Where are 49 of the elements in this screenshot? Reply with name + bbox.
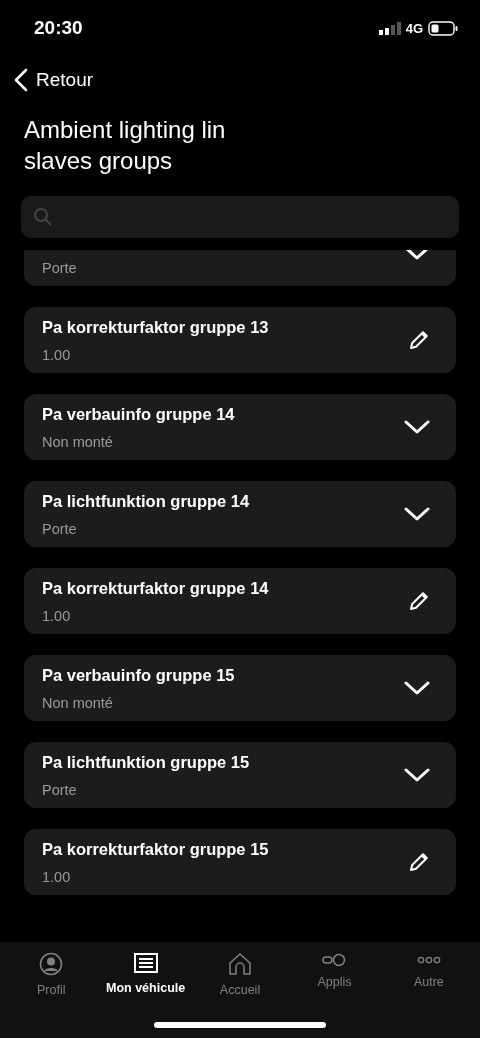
setting-name: Pa verbauinfo gruppe 15 [42,665,236,685]
home-icon [228,952,252,976]
nav-tab[interactable]: Profil [4,942,99,1038]
setting-card[interactable]: Pa verbauinfo gruppe 14 Non monté [24,394,456,460]
page-title: Ambient lighting lin slaves groups [24,115,227,176]
setting-value: Non monté [42,433,114,450]
setting-card[interactable]: Pa korrekturfaktor gruppe 14 1.00 [24,568,456,634]
setting-value: Non monté [42,694,114,711]
setting-name: Pa korrekturfaktor gruppe 14 [42,578,270,598]
chevron-down-icon[interactable] [404,250,430,260]
setting-card[interactable]: Pa lichtfunktion gruppe 14 Porte [24,481,456,547]
profile-icon [39,952,64,976]
setting-value: 1.00 [42,346,72,363]
setting-card[interactable]: Pa korrekturfaktor gruppe 13 1.00 [24,307,456,373]
network-label: 4G [405,20,423,36]
signal-icon [378,21,401,35]
setting-card[interactable]: Pa verbauinfo gruppe 15 Non monté [24,655,456,721]
setting-card[interactable]: Porte [24,250,456,286]
status-time: 20:30 [34,17,83,39]
toggle-icon [322,952,347,968]
nav-tab[interactable]: Mon véhicule [98,942,193,1038]
pencil-icon[interactable] [408,590,430,612]
setting-value: Porte [42,260,78,276]
setting-value: Porte [42,781,78,798]
setting-name: Pa verbauinfo gruppe 14 [42,404,236,424]
search-field[interactable] [21,196,459,238]
list-icon [133,952,158,974]
back-button[interactable]: Retour [14,68,94,92]
pencil-icon[interactable] [408,851,430,873]
chevron-down-icon[interactable] [404,506,430,522]
setting-name: Pa korrekturfaktor gruppe 13 [42,317,270,337]
setting-name: Pa korrekturfaktor gruppe 15 [42,839,270,859]
setting-name: Pa lichtfunktion gruppe 14 [42,491,251,511]
pencil-icon[interactable] [408,329,430,351]
nav-tab[interactable]: Autre [381,942,477,1038]
setting-value: 1.00 [42,607,72,624]
setting-value: Porte [42,520,78,537]
chevron-down-icon[interactable] [404,767,430,783]
nav-tab[interactable]: Accueil [192,942,288,1038]
chevron-down-icon[interactable] [404,419,430,435]
chevron-down-icon[interactable] [404,680,430,696]
nav-tab[interactable]: Applis [287,942,382,1038]
battery-icon [428,20,458,36]
setting-value: 1.00 [42,868,72,885]
setting-name: Pa lichtfunktion gruppe 15 [42,752,251,772]
setting-card[interactable]: Pa lichtfunktion gruppe 15 Porte [24,742,456,808]
setting-card[interactable]: Pa korrekturfaktor gruppe 15 1.00 [24,829,456,895]
back-chevron-icon [14,68,28,92]
search-icon [33,207,53,227]
